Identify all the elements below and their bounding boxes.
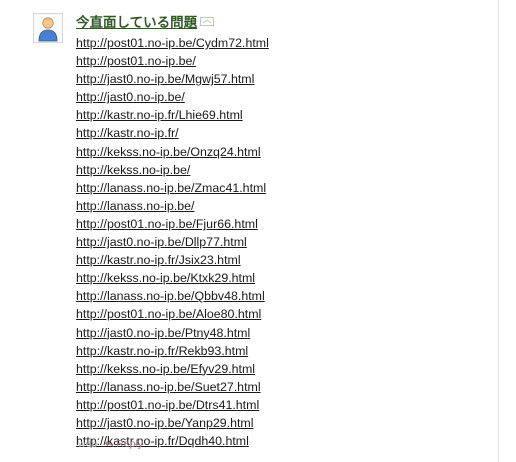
url-link[interactable]: http://jast0.no-ip.be/ xyxy=(76,88,269,106)
column-divider xyxy=(498,0,499,462)
author-name-link[interactable]: 今直面している問題 xyxy=(76,11,197,31)
url-link[interactable]: http://kastr.no-ip.fr/Rekb93.html xyxy=(76,342,269,360)
url-link[interactable]: http://post01.no-ip.be/Cydm72.html xyxy=(76,34,269,52)
url-link[interactable]: http://post01.no-ip.be/Fjur66.html xyxy=(76,215,269,233)
url-link[interactable]: http://jast0.no-ip.be/Ptny48.html xyxy=(76,324,269,342)
url-link[interactable]: http://jast0.no-ip.be/Yanp29.html xyxy=(76,414,269,432)
reply-arrow-icon xyxy=(104,440,114,448)
url-link[interactable]: http://kastr.no-ip.fr/Lhie69.html xyxy=(76,106,269,124)
url-link[interactable]: http://jast0.no-ip.be/Mgwj57.html xyxy=(76,70,269,88)
reply-label: Reply xyxy=(116,438,144,450)
tweet-source: web xyxy=(78,438,98,450)
url-link[interactable]: http://kekss.no-ip.be/ xyxy=(76,161,269,179)
reply-button[interactable]: Reply xyxy=(104,438,143,450)
tweet-meta: web Reply xyxy=(78,436,143,452)
url-link[interactable]: http://kekss.no-ip.be/Efyv29.html xyxy=(76,360,269,378)
external-link-icon[interactable] xyxy=(200,16,215,26)
url-link[interactable]: http://kekss.no-ip.be/Onzq24.html xyxy=(76,143,269,161)
url-link[interactable]: http://lanass.no-ip.be/Zmac41.html xyxy=(76,179,269,197)
url-link[interactable]: http://post01.no-ip.be/Aloe80.html xyxy=(76,305,269,323)
url-link[interactable]: http://lanass.no-ip.be/Qbbv48.html xyxy=(76,287,269,305)
url-link[interactable]: http://lanass.no-ip.be/Suet27.html xyxy=(76,378,269,396)
url-link[interactable]: http://kekss.no-ip.be/Ktxk29.html xyxy=(76,269,269,287)
default-user-avatar-icon xyxy=(38,17,58,42)
url-link[interactable]: http://post01.no-ip.be/ xyxy=(76,52,269,70)
url-link[interactable]: http://lanass.no-ip.be/ xyxy=(76,197,269,215)
url-link[interactable]: http://jast0.no-ip.be/Dllp77.html xyxy=(76,233,269,251)
avatar[interactable] xyxy=(33,13,63,43)
url-link[interactable]: http://kastr.no-ip.fr/Jsix23.html xyxy=(76,251,269,269)
tweet-url-list: http://post01.no-ip.be/Cydm72.html http:… xyxy=(76,34,269,450)
url-link[interactable]: http://post01.no-ip.be/Dtrs41.html xyxy=(76,396,269,414)
url-link[interactable]: http://kastr.no-ip.fr/ xyxy=(76,124,269,142)
tweet-header: 今直面している問題 xyxy=(76,11,215,31)
